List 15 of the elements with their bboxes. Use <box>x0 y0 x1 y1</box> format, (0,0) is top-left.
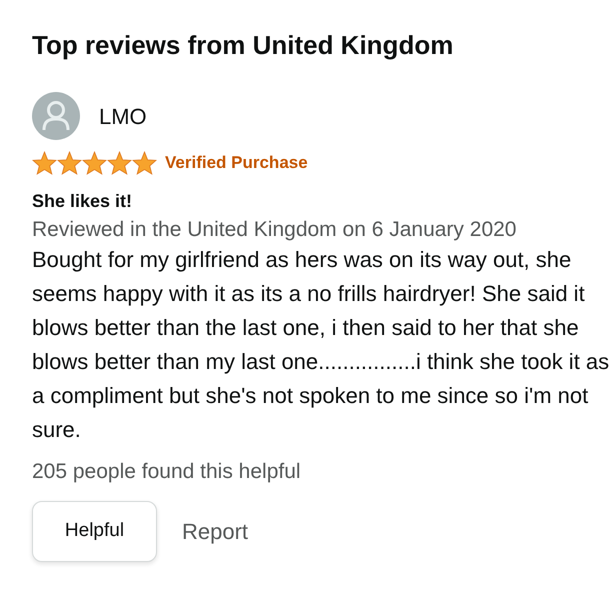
review-title: She likes it! <box>32 190 134 212</box>
star-icon <box>32 150 57 175</box>
verified-purchase-label: Verified Purchase <box>165 152 308 174</box>
star-icon <box>107 150 132 175</box>
section-heading: Top reviews from United Kingdom <box>32 29 454 62</box>
helpful-count: 205 people found this helpful <box>32 458 302 484</box>
star-icon <box>82 150 107 175</box>
avatar-icon <box>32 92 80 140</box>
report-link[interactable]: Report <box>182 514 248 548</box>
reviewer-name: LMO <box>99 102 147 130</box>
star-icon <box>57 150 82 175</box>
review-text: Bought for my girlfriend as hers was on its way out, she seems happy with it as its a no frills hairdryer! She said it blows better than the last one, i then said to her that she blows better than my last one................i think she took it as a compliment but she's not spoken to me since so i'm not sure. <box>32 246 610 444</box>
review-date: Reviewed in the United Kingdom on 6 January 2020 <box>32 216 518 242</box>
helpful-button[interactable]: Helpful <box>32 500 157 562</box>
star-icon <box>132 150 157 175</box>
